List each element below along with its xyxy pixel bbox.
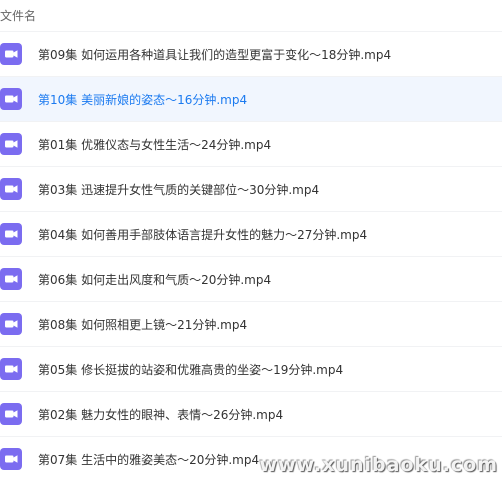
watermark-text: www.xunibaoku.com [259, 454, 498, 476]
file-name: 第04集 如何善用手部肢体语言提升女性的魅力～27分钟.mp4 [38, 227, 368, 242]
file-name: 第01集 优雅仪态与女性生活～24分钟.mp4 [38, 137, 272, 152]
video-file-icon [0, 88, 22, 110]
video-file-icon [0, 133, 22, 155]
file-name: 第03集 迅速提升女性气质的关键部位～30分钟.mp4 [38, 182, 320, 197]
file-name: 第06集 如何走出风度和气质～20分钟.mp4 [38, 272, 272, 287]
file-row[interactable]: 第09集 如何运用各种道具让我们的造型更富于变化～18分钟.mp4 [0, 32, 502, 77]
file-list: 第09集 如何运用各种道具让我们的造型更富于变化～18分钟.mp4 第10集 美… [0, 32, 502, 478]
file-name: 第08集 如何照相更上镜～21分钟.mp4 [38, 317, 248, 332]
video-file-icon [0, 223, 22, 245]
file-row[interactable]: 第01集 优雅仪态与女性生活～24分钟.mp4 [0, 122, 502, 167]
column-header-filename[interactable]: 文件名 [0, 0, 502, 32]
video-file-icon [0, 358, 22, 380]
file-row[interactable]: 第02集 魅力女性的眼神、表情～26分钟.mp4 [0, 392, 502, 437]
file-row-selected[interactable]: 第10集 美丽新娘的姿态～16分钟.mp4 [0, 77, 502, 122]
file-row[interactable]: 第04集 如何善用手部肢体语言提升女性的魅力～27分钟.mp4 [0, 212, 502, 257]
video-file-icon [0, 313, 22, 335]
video-file-icon [0, 43, 22, 65]
file-name: 第10集 美丽新娘的姿态～16分钟.mp4 [38, 92, 248, 107]
file-row[interactable]: 第08集 如何照相更上镜～21分钟.mp4 [0, 302, 502, 347]
file-name: 第09集 如何运用各种道具让我们的造型更富于变化～18分钟.mp4 [38, 47, 392, 62]
video-file-icon [0, 448, 22, 470]
video-file-icon [0, 268, 22, 290]
file-name: 第02集 魅力女性的眼神、表情～26分钟.mp4 [38, 407, 284, 422]
file-row[interactable]: 第06集 如何走出风度和气质～20分钟.mp4 [0, 257, 502, 302]
video-file-icon [0, 178, 22, 200]
file-name: 第07集 生活中的雅姿美态～20分钟.mp4 [38, 452, 260, 467]
file-list-panel: 文件名 第09集 如何运用各种道具让我们的造型更富于变化～18分钟.mp4 第1… [0, 0, 502, 478]
file-row[interactable]: 第05集 修长挺拔的站姿和优雅高贵的坐姿～19分钟.mp4 [0, 347, 502, 392]
file-name: 第05集 修长挺拔的站姿和优雅高贵的坐姿～19分钟.mp4 [38, 362, 344, 377]
file-row[interactable]: 第03集 迅速提升女性气质的关键部位～30分钟.mp4 [0, 167, 502, 212]
video-file-icon [0, 403, 22, 425]
